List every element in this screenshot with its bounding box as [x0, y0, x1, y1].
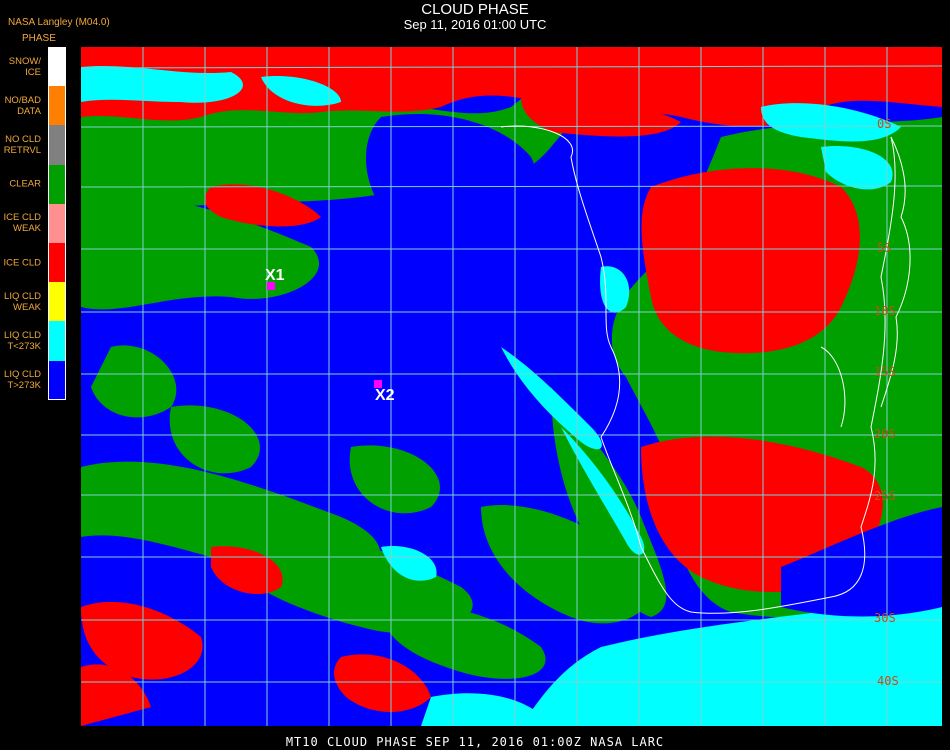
legend-label: LIQ CLD WEAK: [4, 290, 41, 313]
cloud-phase-map[interactable]: X1 X2 0S 5S 10S 15S 20S 25S 30S 40S: [81, 47, 942, 726]
legend-item-liq-cld-cold: LIQ CLD T<273K: [0, 321, 66, 361]
marker-x1-label: X1: [265, 267, 285, 284]
legend-item-clear: CLEAR: [0, 164, 66, 204]
lat-label-25s: 25S: [874, 489, 896, 503]
legend-item-ice-cld-weak: ICE CLD WEAK: [0, 203, 66, 243]
lat-label-30s: 30S: [874, 611, 896, 625]
lat-label-10s: 10S: [874, 304, 896, 318]
lat-label-20s: 20S: [874, 427, 896, 441]
lat-label-5s: 5S: [877, 241, 892, 255]
map-title: CLOUD PHASE: [421, 1, 529, 18]
legend-swatch: [48, 203, 66, 243]
legend-swatch: [48, 125, 66, 165]
legend-label: ICE CLD: [3, 257, 41, 269]
phase-legend: SNOW/ ICE NO/BAD DATA NO CLD RETRVL CLEA…: [0, 47, 66, 400]
legend-swatch: [48, 47, 66, 87]
legend-item-ice-cld: ICE CLD: [0, 242, 66, 283]
legend-swatch: [48, 164, 66, 204]
lat-label-40s: 40S: [877, 674, 899, 688]
map-timestamp: Sep 11, 2016 01:00 UTC: [403, 17, 547, 32]
legend-swatch: [48, 242, 66, 283]
map-canvas: [81, 47, 942, 726]
legend-label: ICE CLD WEAK: [3, 212, 41, 235]
legend-item-no-bad-data: NO/BAD DATA: [0, 86, 66, 126]
legend-swatch: [48, 282, 66, 322]
legend-label: LIQ CLD T>273K: [4, 369, 41, 392]
footer-caption: MT10 CLOUD PHASE SEP 11, 2016 01:00Z NAS…: [285, 735, 665, 749]
source-label: NASA Langley (M04.0): [8, 17, 110, 28]
lat-label-15s: 15S: [874, 365, 896, 379]
legend-label: CLEAR: [9, 178, 41, 190]
legend-swatch: [48, 321, 66, 361]
legend-label: NO/BAD DATA: [4, 94, 41, 117]
legend-title: PHASE: [22, 33, 56, 44]
legend-swatch: [48, 86, 66, 126]
lat-label-0s: 0S: [877, 117, 892, 131]
legend-label: NO CLD RETRVL: [3, 133, 41, 156]
legend-swatch: [48, 360, 66, 400]
legend-item-snow-ice: SNOW/ ICE: [0, 47, 66, 87]
legend-label: LIQ CLD T<273K: [4, 329, 41, 352]
legend-item-liq-cld-warm: LIQ CLD T>273K: [0, 360, 66, 400]
legend-item-liq-cld-weak: LIQ CLD WEAK: [0, 282, 66, 322]
marker-x2-label: X2: [375, 387, 395, 404]
legend-label: SNOW/ ICE: [8, 55, 41, 78]
legend-item-no-cld-retrvl: NO CLD RETRVL: [0, 125, 66, 165]
